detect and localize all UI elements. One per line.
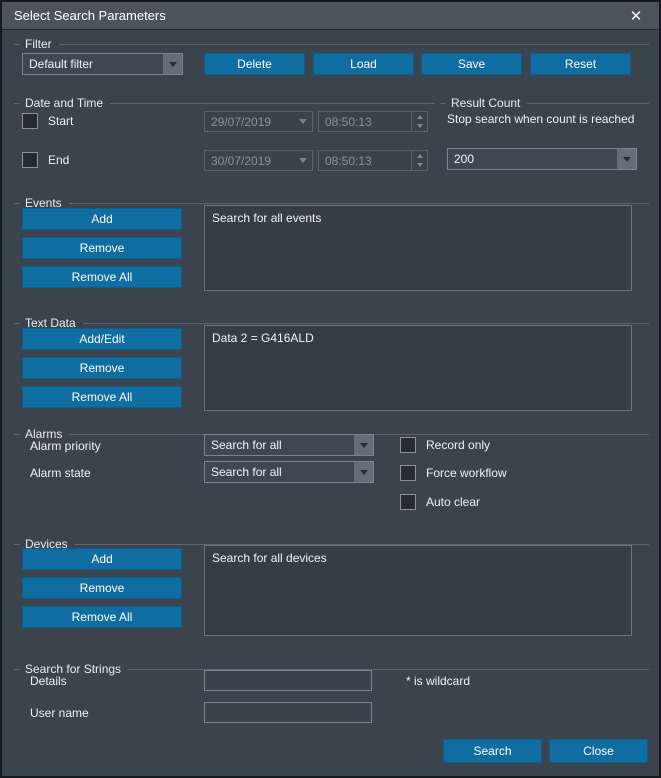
text-data-list[interactable]: Data 2 = G416ALD — [204, 325, 632, 411]
end-checkbox-row: End — [22, 149, 69, 171]
chevron-down-icon — [293, 112, 312, 131]
record-only-checkbox[interactable] — [400, 437, 416, 453]
date-time-group-label: Date and Time — [25, 96, 110, 110]
auto-clear-checkbox[interactable] — [400, 494, 416, 510]
alarm-state-dropdown[interactable]: Search for all — [204, 461, 374, 483]
group-line — [527, 103, 649, 104]
start-date-value: 29/07/2019 — [205, 112, 293, 131]
devices-remove-all-button[interactable]: Remove All — [22, 606, 182, 628]
alarm-priority-dropdown[interactable]: Search for all — [204, 434, 374, 456]
chevron-down-icon — [354, 462, 373, 482]
result-count-dropdown[interactable]: 200 — [447, 148, 637, 170]
details-label: Details — [30, 674, 67, 688]
start-time-value: 08:50:13 — [319, 112, 411, 131]
username-label: User name — [30, 706, 89, 720]
group-line — [14, 203, 20, 204]
filter-dropdown-value: Default filter — [23, 54, 163, 74]
group-line — [83, 323, 649, 324]
chevron-down-icon — [163, 54, 182, 74]
result-count-description: Stop search when count is reached — [447, 112, 634, 126]
group-line — [14, 544, 20, 545]
start-date-dropdown[interactable]: 29/07/2019 — [204, 111, 313, 132]
select-search-parameters-dialog: Select Search Parameters ✕ Filter Defaul… — [0, 0, 661, 778]
result-count-group-header: Result Count — [440, 96, 649, 110]
wildcard-hint: * is wildcard — [406, 674, 470, 688]
details-input[interactable] — [204, 670, 372, 691]
end-date-value: 30/07/2019 — [205, 151, 293, 170]
group-line — [14, 434, 20, 435]
text-data-remove-all-button[interactable]: Remove All — [22, 386, 182, 408]
auto-clear-row: Auto clear — [400, 491, 480, 513]
group-line — [110, 103, 435, 104]
delete-button[interactable]: Delete — [204, 53, 305, 75]
group-line — [14, 669, 20, 670]
filter-dropdown[interactable]: Default filter — [22, 53, 183, 75]
end-checkbox[interactable] — [22, 152, 38, 168]
alarm-priority-value: Search for all — [205, 435, 354, 455]
force-workflow-checkbox[interactable] — [400, 465, 416, 481]
end-time-field[interactable]: 08:50:13 — [318, 150, 428, 171]
spinner-up-icon[interactable] — [412, 112, 427, 122]
events-remove-all-button[interactable]: Remove All — [22, 266, 182, 288]
group-line — [440, 103, 446, 104]
close-button[interactable]: Close — [549, 739, 648, 763]
devices-add-button[interactable]: Add — [22, 548, 182, 570]
chevron-down-icon — [354, 435, 373, 455]
result-count-value: 200 — [448, 149, 617, 169]
dialog-body: Select Search Parameters ✕ Filter Defaul… — [2, 2, 659, 776]
group-line — [14, 44, 20, 45]
events-list[interactable]: Search for all events — [204, 205, 632, 291]
result-count-group-label: Result Count — [451, 96, 527, 110]
end-label: End — [48, 153, 69, 167]
time-spinner[interactable] — [411, 112, 427, 131]
end-time-value: 08:50:13 — [319, 151, 411, 170]
force-workflow-row: Force workflow — [400, 462, 507, 484]
alarm-state-label: Alarm state — [30, 466, 91, 480]
end-date-dropdown[interactable]: 30/07/2019 — [204, 150, 313, 171]
start-checkbox-row: Start — [22, 110, 73, 132]
alarm-priority-label: Alarm priority — [30, 439, 101, 453]
close-icon[interactable]: ✕ — [625, 5, 647, 27]
filter-group-label: Filter — [25, 37, 59, 51]
events-add-button[interactable]: Add — [22, 208, 182, 230]
events-remove-button[interactable]: Remove — [22, 237, 182, 259]
text-data-add-edit-button[interactable]: Add/Edit — [22, 328, 182, 350]
search-button[interactable]: Search — [443, 739, 542, 763]
list-item: Search for all events — [212, 210, 624, 226]
start-time-field[interactable]: 08:50:13 — [318, 111, 428, 132]
auto-clear-label: Auto clear — [426, 495, 480, 509]
start-label: Start — [48, 114, 73, 128]
alarm-state-value: Search for all — [205, 462, 354, 482]
record-only-label: Record only — [426, 438, 490, 452]
titlebar: Select Search Parameters ✕ — [2, 2, 659, 30]
devices-list[interactable]: Search for all devices — [204, 545, 632, 636]
date-time-group-header: Date and Time — [14, 96, 435, 110]
reset-button[interactable]: Reset — [530, 53, 631, 75]
group-line — [14, 103, 20, 104]
chevron-down-icon — [293, 151, 312, 170]
record-only-row: Record only — [400, 434, 490, 456]
time-spinner[interactable] — [411, 151, 427, 170]
devices-remove-button[interactable]: Remove — [22, 577, 182, 599]
text-data-remove-button[interactable]: Remove — [22, 357, 182, 379]
chevron-down-icon — [617, 149, 636, 169]
spinner-down-icon[interactable] — [412, 161, 427, 171]
dialog-title: Select Search Parameters — [14, 8, 625, 23]
spinner-down-icon[interactable] — [412, 122, 427, 132]
save-button[interactable]: Save — [421, 53, 522, 75]
group-line — [59, 44, 649, 45]
list-item: Search for all devices — [212, 550, 624, 566]
load-button[interactable]: Load — [313, 53, 414, 75]
spinner-up-icon[interactable] — [412, 151, 427, 161]
group-line — [69, 203, 649, 204]
username-input[interactable] — [204, 702, 372, 723]
force-workflow-label: Force workflow — [426, 466, 507, 480]
group-line — [14, 323, 20, 324]
list-item: Data 2 = G416ALD — [212, 330, 624, 346]
filter-group-header: Filter — [14, 37, 649, 51]
start-checkbox[interactable] — [22, 113, 38, 129]
